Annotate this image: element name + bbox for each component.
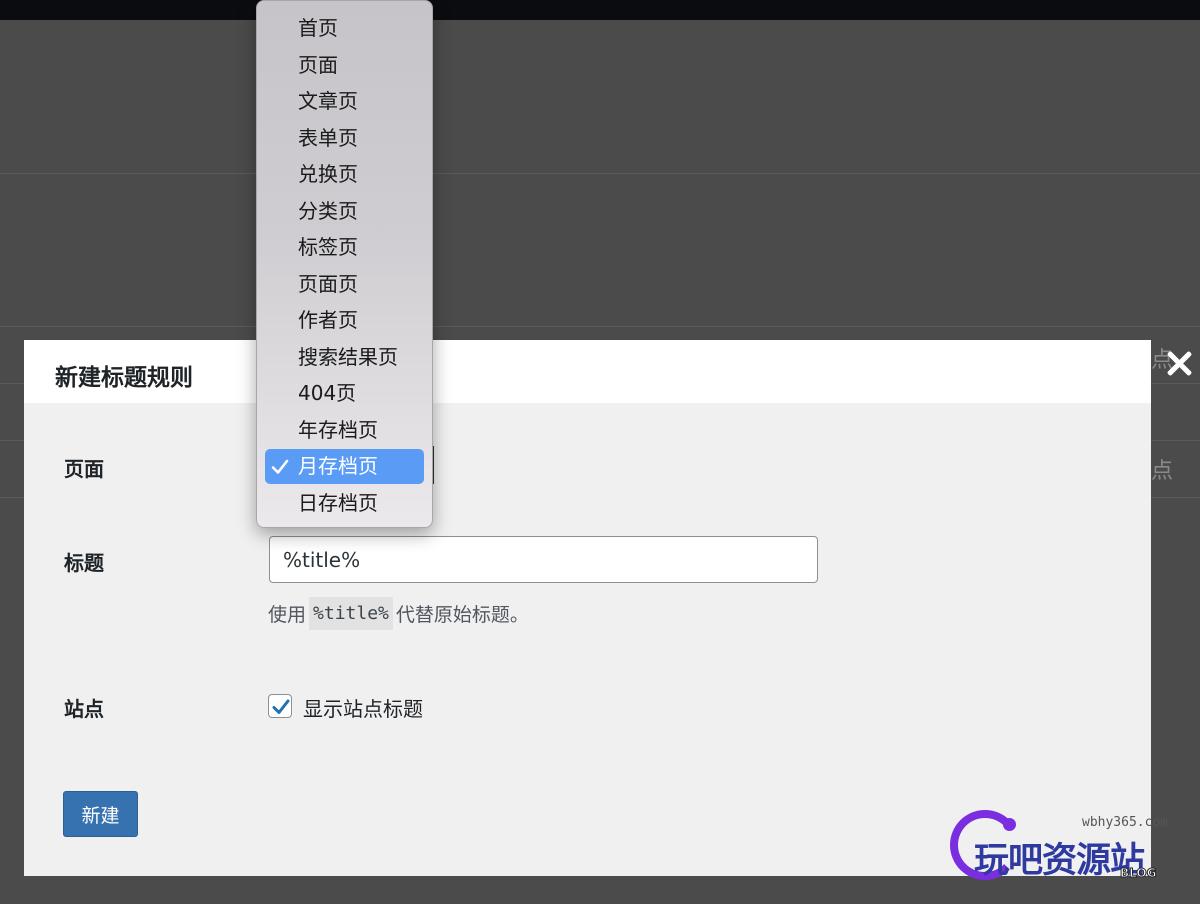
dropdown-option[interactable]: 表单页 — [265, 121, 424, 156]
dropdown-option-label: 年存档页 — [298, 417, 378, 442]
dropdown-option-label: 页面页 — [298, 271, 358, 296]
dropdown-option-label: 首页 — [298, 16, 338, 40]
modal-title: 新建标题规则 — [55, 365, 193, 391]
dropdown-option[interactable]: 搜索结果页 — [265, 340, 424, 375]
site-field-label: 站点 — [64, 697, 104, 721]
hint-suffix: 代替原始标题。 — [395, 603, 529, 626]
dropdown-option[interactable]: 页面 — [265, 48, 424, 83]
show-site-title-label[interactable]: 显示站点标题 — [303, 693, 423, 722]
title-input[interactable] — [269, 536, 818, 583]
dropdown-option[interactable]: 页面页 — [265, 267, 424, 302]
background-divider — [0, 326, 1200, 327]
dropdown-option[interactable]: 首页 — [265, 11, 424, 46]
dropdown-option-label: 表单页 — [298, 125, 358, 150]
dropdown-option[interactable]: 404页 — [265, 376, 424, 411]
close-icon[interactable] — [1162, 346, 1196, 380]
watermark-logo: 玩吧资源站 — [974, 841, 1145, 881]
top-bar — [0, 0, 1200, 20]
hint-code: %title% — [309, 596, 393, 630]
dropdown-option-label: 兑换页 — [298, 162, 358, 186]
dropdown-option[interactable]: 文章页 — [265, 84, 424, 119]
watermark-dot — [1003, 818, 1016, 831]
title-hint: 使用 %title% 代替原始标题。 — [268, 596, 529, 630]
page-field-label: 页面 — [64, 457, 104, 481]
dropdown-option[interactable]: 分类页 — [265, 194, 424, 229]
hint-prefix: 使用 — [268, 603, 307, 626]
title-field-label: 标题 — [64, 551, 104, 575]
dropdown-option-label: 作者页 — [298, 308, 358, 332]
page-type-dropdown[interactable]: 首页页面文章页表单页兑换页分类页标签页页面页作者页搜索结果页 404页年存档页月存… — [256, 0, 433, 528]
dropdown-option[interactable]: 作者页 — [265, 303, 424, 338]
watermark-sub: BLOG — [1119, 866, 1157, 881]
background-text-fragment: 点 — [1151, 459, 1174, 484]
dropdown-option[interactable]: 标签页 — [265, 230, 424, 265]
dropdown-option[interactable]: 日存档页 — [265, 486, 424, 521]
dropdown-option-label: 日存档页 — [298, 490, 378, 515]
dropdown-option-label: 文章页 — [298, 89, 358, 113]
new-title-rule-modal: 新建标题规则 页面 标题 使用 %title% 代替原始标题。 站点 显示站点标… — [24, 340, 1151, 876]
dropdown-option-label: 页面 — [298, 52, 338, 77]
dropdown-option-label: 搜索结果页 — [298, 344, 398, 369]
watermark-url: wbhy365.com — [1082, 815, 1169, 830]
dropdown-option[interactable]: 年存档页 — [265, 413, 424, 448]
dropdown-option-label: 标签页 — [298, 235, 358, 259]
dropdown-option-label: 分类页 — [298, 198, 358, 223]
dropdown-option[interactable]: 月存档页 — [265, 449, 424, 484]
create-button[interactable]: 新建 — [63, 791, 138, 837]
dropdown-option-label: 404页 — [298, 381, 357, 405]
dropdown-option[interactable]: 兑换页 — [265, 157, 424, 192]
modal-header: 新建标题规则 — [24, 340, 1151, 403]
checkmark-icon — [271, 459, 289, 474]
background-divider — [0, 173, 1200, 174]
dropdown-option-label: 月存档页 — [298, 454, 378, 478]
show-site-title-checkbox[interactable] — [268, 694, 292, 718]
checkmark-icon — [272, 699, 290, 714]
